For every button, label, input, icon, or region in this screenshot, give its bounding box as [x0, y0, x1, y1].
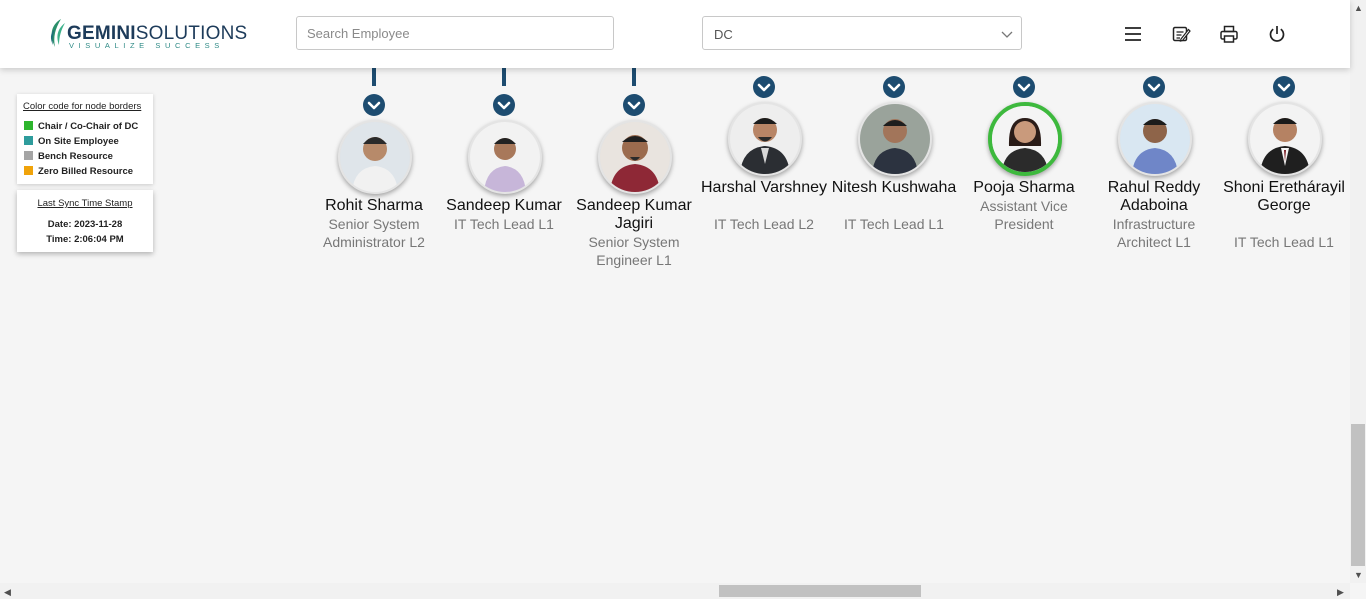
logo-tagline: VISUALIZE SUCCESS: [69, 41, 224, 50]
employee-name[interactable]: Sandeep Kumar: [434, 197, 574, 215]
scroll-right-icon[interactable]: ▶: [1337, 587, 1344, 597]
employee-name[interactable]: Pooja Sharma: [954, 179, 1094, 197]
avatar[interactable]: [728, 102, 802, 176]
menu-icon[interactable]: [1123, 24, 1143, 44]
chevron-down-icon[interactable]: [363, 94, 385, 116]
employee-name[interactable]: Nitesh Kushwaha: [824, 179, 964, 197]
avatar[interactable]: [338, 120, 412, 194]
search-employee-input[interactable]: [296, 16, 614, 50]
legend-panel: Color code for node borders Chair / Co-C…: [17, 94, 153, 184]
edit-note-icon[interactable]: [1171, 24, 1191, 44]
legend-swatch: [24, 151, 33, 160]
legend-swatch: [24, 121, 33, 130]
chevron-down-icon[interactable]: [753, 76, 775, 98]
legend-item-zero-billed: Zero Billed Resource: [24, 166, 133, 178]
person-icon: [992, 106, 1058, 172]
sync-timestamp-panel: Last Sync Time Stamp Date: 2023-11-28 Ti…: [17, 190, 153, 252]
avatar[interactable]: [988, 102, 1062, 176]
employee-name[interactable]: Harshal Varshney: [694, 179, 834, 197]
chevron-down-icon[interactable]: [1013, 76, 1035, 98]
horizontal-scrollbar[interactable]: [0, 583, 1350, 599]
avatar[interactable]: [1248, 102, 1322, 176]
employee-title: IT Tech Lead L1: [844, 216, 944, 232]
employee-name[interactable]: Rohit Sharma: [304, 197, 444, 215]
vertical-scrollbar-thumb[interactable]: [1351, 424, 1365, 566]
scroll-up-icon[interactable]: ▲: [1354, 3, 1363, 13]
employee-title: Assistant Vice President: [980, 198, 1068, 232]
person-icon: [470, 122, 540, 192]
avatar[interactable]: [598, 120, 672, 194]
legend-item-onsite: On Site Employee: [24, 136, 119, 148]
horizontal-scrollbar-thumb[interactable]: [719, 585, 921, 597]
employee-title: Senior System Administrator L2: [323, 216, 425, 250]
avatar[interactable]: [1118, 102, 1192, 176]
sync-date: Date: 2023-11-28: [47, 219, 123, 230]
dc-select[interactable]: DC: [702, 16, 1022, 50]
legend-swatch: [24, 136, 33, 145]
person-icon: [860, 104, 930, 174]
avatar[interactable]: [468, 120, 542, 194]
chevron-down-icon[interactable]: [1273, 76, 1295, 98]
employee-title: IT Tech Lead L2: [714, 216, 814, 232]
legend-title: Color code for node borders: [23, 101, 142, 112]
chevron-down-icon[interactable]: [493, 94, 515, 116]
employee-title: IT Tech Lead L1: [1234, 234, 1334, 250]
company-logo[interactable]: GEMINISOLUTIONS VISUALIZE SUCCESS: [47, 17, 247, 51]
legend-swatch: [24, 166, 33, 175]
app-header: GEMINISOLUTIONS VISUALIZE SUCCESS DC: [0, 0, 1350, 68]
person-icon: [340, 122, 410, 192]
power-icon[interactable]: [1267, 24, 1287, 44]
chevron-down-icon[interactable]: [883, 76, 905, 98]
scroll-left-icon[interactable]: ◀: [4, 587, 11, 597]
sync-time: Time: 2:06:04 PM: [46, 234, 124, 245]
person-icon: [1250, 104, 1320, 174]
print-icon[interactable]: [1219, 24, 1239, 44]
employee-title: Senior System Engineer L1: [588, 234, 680, 268]
chevron-down-icon[interactable]: [1143, 76, 1165, 98]
avatar[interactable]: [858, 102, 932, 176]
employee-title: IT Tech Lead L1: [454, 216, 554, 232]
person-icon: [600, 122, 670, 192]
employee-name[interactable]: Shoni Erethárayil George: [1214, 179, 1354, 215]
employee-title: Infrastructure Architect L1: [1112, 216, 1196, 250]
leaf-logo-icon: [50, 19, 65, 47]
employee-name[interactable]: Rahul Reddy Adaboina: [1084, 179, 1224, 215]
person-icon: [730, 104, 800, 174]
employee-name[interactable]: Sandeep Kumar Jagiri: [564, 197, 704, 233]
dc-select-value: DC: [714, 27, 733, 42]
sync-title: Last Sync Time Stamp: [37, 198, 133, 209]
legend-item-chair: Chair / Co-Chair of DC: [24, 121, 138, 133]
legend-item-bench: Bench Resource: [24, 151, 113, 163]
chevron-down-icon[interactable]: [623, 94, 645, 116]
chevron-down-icon: [1001, 31, 1013, 38]
person-icon: [1120, 104, 1190, 174]
scroll-down-icon[interactable]: ▼: [1354, 570, 1363, 580]
